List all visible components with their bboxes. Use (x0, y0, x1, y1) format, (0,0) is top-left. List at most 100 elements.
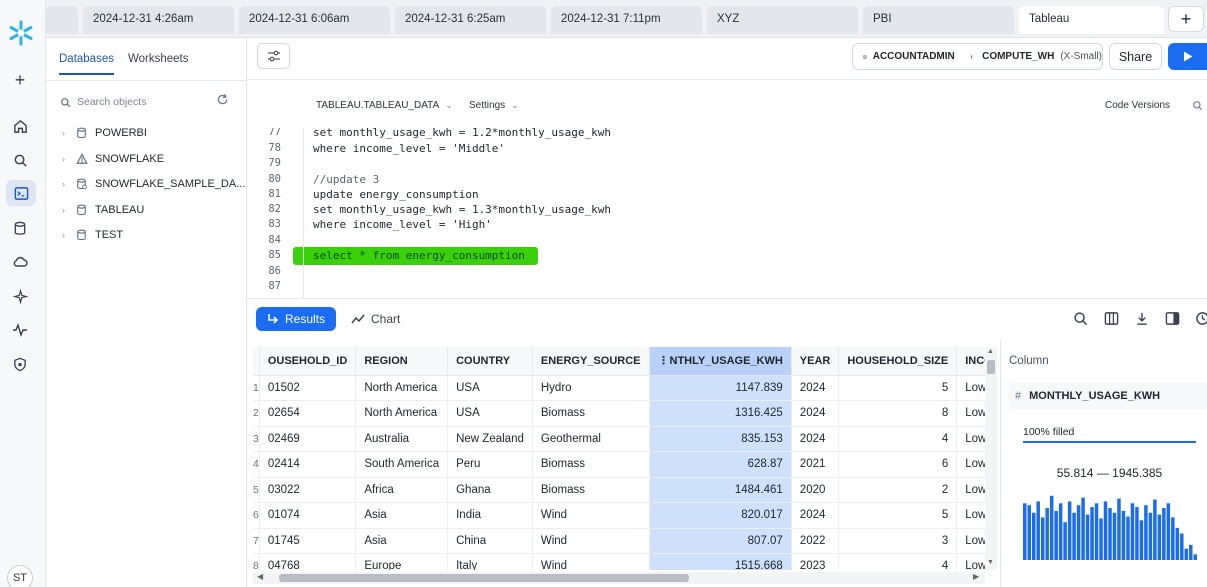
snowflake-logo-icon[interactable] (7, 20, 35, 46)
cell-household-id[interactable]: 04768 (259, 553, 357, 570)
table-row[interactable]: 6 01074 Asia India Wind 820.017 2024 5 Low (253, 502, 985, 529)
scroll-up-icon[interactable]: ▲ (987, 348, 994, 355)
new-tab-button[interactable]: + (1168, 6, 1204, 32)
table-cell[interactable]: Biomass (532, 477, 650, 503)
tree-item-powerbi[interactable]: › POWERBI (62, 124, 147, 142)
cell-household-size[interactable]: 4 (838, 553, 958, 570)
cell-household-id[interactable]: 02414 (259, 451, 357, 478)
cell-household-id[interactable]: 03022 (259, 477, 357, 503)
table-row[interactable]: 4 02414 South America Peru Biomass 628.87 2021… (253, 451, 985, 478)
scroll-right-icon[interactable]: ▶ (973, 572, 979, 581)
column-header[interactable]: HOUSEHOLD_SIZE (838, 347, 958, 376)
cell-household-size[interactable]: 5 (838, 502, 958, 529)
table-cell[interactable]: 2020 (791, 477, 840, 503)
column-header[interactable]: COUNTRY (447, 347, 533, 376)
cell-monthly-usage[interactable]: 807.07 (649, 528, 792, 554)
table-row[interactable]: 7 01745 Asia China Wind 807.07 2022 3 Low (253, 528, 985, 554)
cell-monthly-usage[interactable]: 835.153 (649, 426, 792, 452)
cell-household-size[interactable]: 8 (838, 400, 958, 427)
history-icon[interactable] (1195, 311, 1207, 327)
table-cell[interactable]: China (447, 528, 533, 554)
table-cell[interactable]: New Zealand (447, 426, 533, 452)
cell-household-size[interactable]: 6 (838, 451, 958, 478)
table-cell[interactable]: Wind (532, 528, 650, 554)
column-header[interactable]: YEAR (791, 347, 840, 376)
worksheet-tab[interactable]: PBI (863, 6, 1014, 34)
table-cell[interactable]: 2024 (791, 400, 840, 427)
tab-databases[interactable]: Databases (59, 53, 114, 75)
table-row[interactable]: 1 01502 North America USA Hydro 1147.839 2024 5… (253, 375, 985, 401)
table-cell[interactable]: Wind (532, 502, 650, 529)
scrollbar-thumb[interactable] (987, 360, 995, 374)
table-cell[interactable]: Low (956, 375, 985, 401)
vertical-scrollbar[interactable]: ▲ ▼ (985, 347, 997, 570)
tree-item-snowflake[interactable]: › SNOWFLAKE (62, 150, 164, 168)
cell-household-size[interactable]: 5 (838, 375, 958, 401)
search-icon[interactable] (10, 150, 30, 170)
column-header[interactable]: ENERGY_SOURCE (532, 347, 650, 376)
shield-icon[interactable] (10, 354, 30, 374)
table-row[interactable]: 8 04768 Europe Italy Wind 1515.668 2023 4 Low (253, 553, 985, 570)
table-cell[interactable]: 2024 (791, 502, 840, 529)
ai-sparkle-icon[interactable] (10, 286, 30, 306)
table-cell[interactable]: North America (355, 400, 449, 427)
worksheets-icon[interactable] (6, 180, 36, 206)
refresh-icon[interactable] (216, 93, 232, 109)
table-cell[interactable]: Low (956, 451, 985, 478)
column-header[interactable]: REGION (355, 347, 449, 376)
cell-monthly-usage[interactable]: 628.87 (649, 451, 792, 478)
search-icon[interactable] (1073, 311, 1089, 327)
table-cell[interactable]: Australia (355, 426, 449, 452)
user-avatar[interactable]: ST (7, 565, 33, 587)
download-icon[interactable] (1135, 311, 1151, 327)
tree-item-test[interactable]: › TEST (62, 226, 123, 244)
table-cell[interactable]: Peru (447, 451, 533, 478)
cell-household-id[interactable]: 01502 (259, 375, 357, 401)
table-cell[interactable]: Africa (355, 477, 449, 503)
table-cell[interactable]: Ghana (447, 477, 533, 503)
table-cell[interactable]: South America (355, 451, 449, 478)
cell-monthly-usage[interactable]: 1316.425 (649, 400, 792, 427)
context-selector[interactable]: TABLEAU.TABLEAU_DATA ⌄ (316, 100, 453, 111)
table-cell[interactable]: Asia (355, 528, 449, 554)
tab-worksheets[interactable]: Worksheets (128, 53, 189, 73)
filter-settings-button[interactable] (257, 43, 290, 69)
search-icon[interactable] (1192, 100, 1204, 112)
table-cell[interactable]: Biomass (532, 400, 650, 427)
table-cell[interactable]: Europe (355, 553, 449, 570)
table-cell[interactable]: USA (447, 375, 533, 401)
table-cell[interactable]: India (447, 502, 533, 529)
table-cell[interactable]: 2021 (791, 451, 840, 478)
worksheet-tab[interactable] (46, 6, 78, 34)
column-header[interactable]: OUSEHOLD_ID (259, 347, 357, 376)
cell-monthly-usage[interactable]: 1147.839 (649, 375, 792, 401)
tree-item-snowflake-sample-data[interactable]: › SNOWFLAKE_SAMPLE_DA... (62, 175, 245, 193)
activity-icon[interactable] (10, 320, 30, 340)
table-row[interactable]: 2 02654 North America USA Biomass 1316.425 202… (253, 400, 985, 427)
table-cell[interactable]: Low (956, 426, 985, 452)
column-menu-icon[interactable]: ⋮ (658, 354, 670, 367)
table-cell[interactable]: North America (355, 375, 449, 401)
sql-editor[interactable]: 77 set monthly_usage_kwh = 1.2*monthly_u… (247, 128, 1207, 298)
table-cell[interactable]: 2022 (791, 528, 840, 554)
table-cell[interactable]: USA (447, 400, 533, 427)
cell-household-id[interactable]: 01074 (259, 502, 357, 529)
code-versions-button[interactable]: Code Versions (1105, 100, 1170, 111)
cell-household-size[interactable]: 3 (838, 528, 958, 554)
worksheet-tab[interactable]: XYZ (707, 6, 858, 34)
plus-icon[interactable]: + (10, 70, 30, 90)
table-cell[interactable]: Asia (355, 502, 449, 529)
worksheet-tab-active[interactable]: Tableau (1019, 6, 1164, 34)
table-cell[interactable]: Low (956, 477, 985, 503)
table-cell[interactable]: Geothermal (532, 426, 650, 452)
scroll-left-icon[interactable]: ◀ (257, 572, 263, 581)
cell-household-size[interactable]: 4 (838, 426, 958, 452)
tree-item-tableau[interactable]: › TABLEAU (62, 201, 144, 219)
side-panel-icon[interactable] (1165, 311, 1181, 327)
results-grid[interactable]: OUSEHOLD_ID REGION COUNTRY ENERGY_SOURCE… (253, 347, 985, 570)
table-cell[interactable]: 2024 (791, 426, 840, 452)
cell-household-id[interactable]: 02469 (259, 426, 357, 452)
table-cell[interactable]: 2023 (791, 553, 840, 570)
cell-monthly-usage[interactable]: 1484.461 (649, 477, 792, 503)
table-row[interactable]: 3 02469 Australia New Zealand Geothermal 835.… (253, 426, 985, 452)
